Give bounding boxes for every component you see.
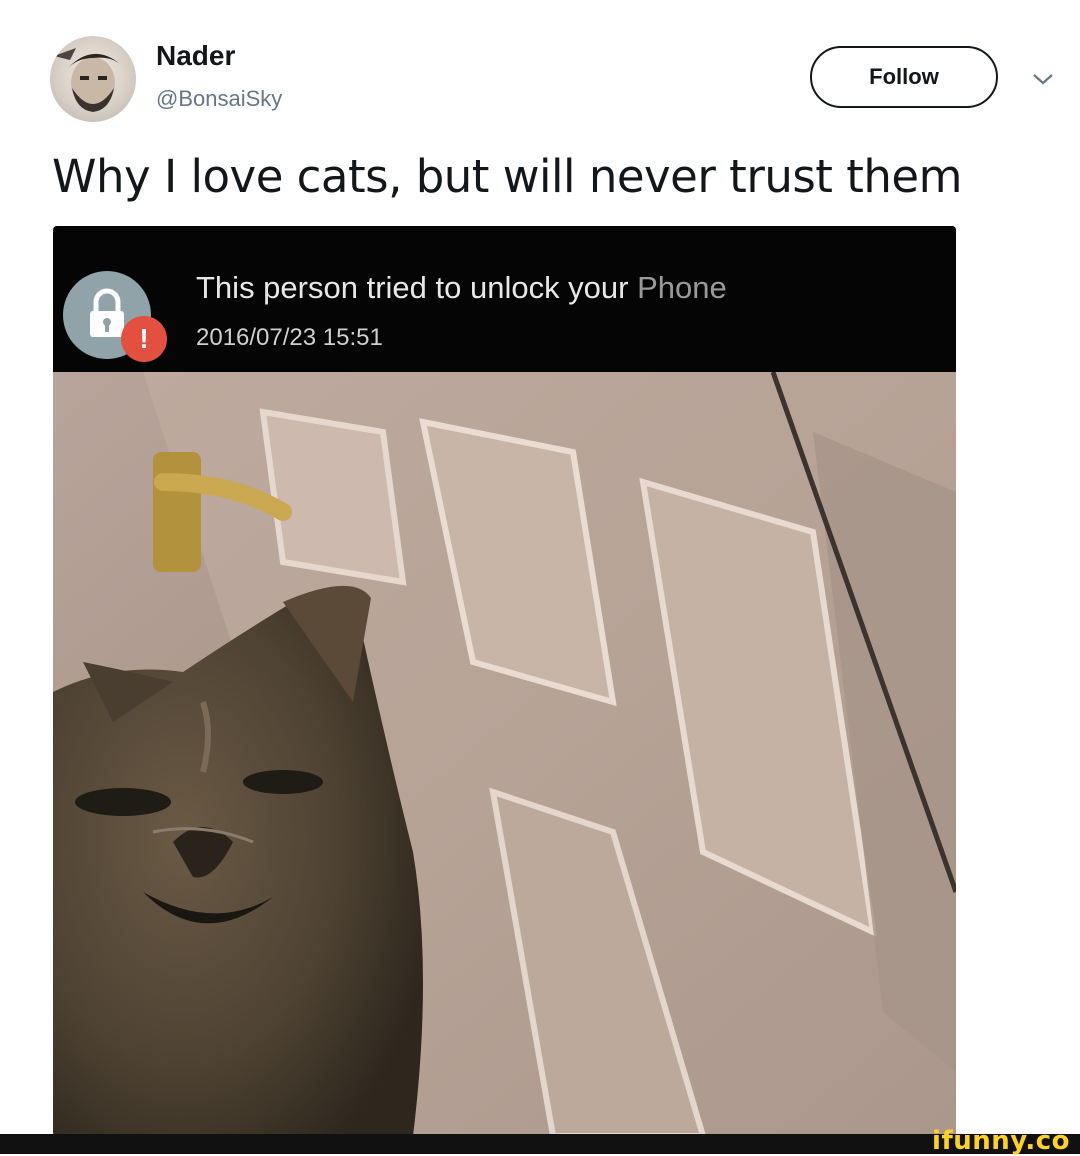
user-handle[interactable]: @BonsaiSky — [156, 86, 282, 112]
ifunny-watermark: ifunny.co — [932, 1126, 1070, 1156]
follow-button[interactable]: Follow — [810, 46, 998, 108]
chevron-down-icon[interactable] — [1030, 70, 1056, 88]
unlock-notification: ! This person tried to unlock your Phone… — [53, 226, 956, 372]
notification-title-main: This person tried to unlock your — [196, 270, 629, 305]
notification-title: This person tried to unlock your Phone — [196, 270, 727, 306]
avatar[interactable] — [50, 36, 136, 122]
alert-icon: ! — [121, 316, 167, 362]
user-name[interactable]: Nader — [156, 40, 235, 72]
tweet-text: Why I love cats, but will never trust th… — [52, 150, 962, 203]
cat-photo-scene — [53, 372, 956, 1136]
notification-title-device: Phone — [628, 270, 727, 305]
tweet-photo[interactable]: ! This person tried to unlock your Phone… — [53, 226, 956, 1136]
footer-bar — [0, 1134, 1080, 1154]
avatar-image — [54, 48, 120, 112]
notification-timestamp: 2016/07/23 15:51 — [196, 324, 383, 351]
